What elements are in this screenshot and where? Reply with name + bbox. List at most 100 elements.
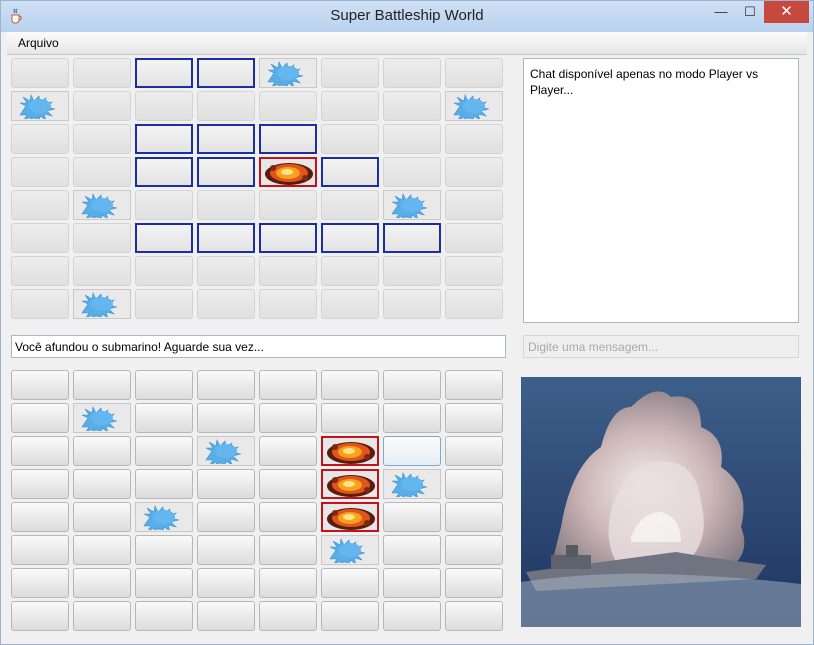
- enemy-board-cell-r6-c8[interactable]: [445, 223, 503, 253]
- player-board-cell-r5-c4[interactable]: [197, 502, 255, 532]
- player-board-cell-r3-c4[interactable]: [197, 436, 255, 466]
- player-board-cell-r5-c5[interactable]: [259, 502, 317, 532]
- enemy-board-cell-r1-c8[interactable]: [445, 58, 503, 88]
- enemy-board-cell-r8-c6[interactable]: [321, 289, 379, 319]
- enemy-board-cell-r4-c1[interactable]: [11, 157, 69, 187]
- enemy-board-cell-r5-c7[interactable]: [383, 190, 441, 220]
- player-board-cell-r1-c8[interactable]: [445, 370, 503, 400]
- player-board-cell-r5-c3[interactable]: [135, 502, 193, 532]
- player-board-cell-r1-c3[interactable]: [135, 370, 193, 400]
- player-board-cell-r6-c7[interactable]: [383, 535, 441, 565]
- enemy-board-cell-r1-c6[interactable]: [321, 58, 379, 88]
- status-message-field[interactable]: Você afundou o submarino! Aguarde sua ve…: [11, 335, 506, 358]
- player-board-cell-r2-c4[interactable]: [197, 403, 255, 433]
- player-board-cell-r7-c7[interactable]: [383, 568, 441, 598]
- close-button[interactable]: ✕: [764, 1, 809, 23]
- player-board-cell-r6-c4[interactable]: [197, 535, 255, 565]
- enemy-board-cell-r5-c1[interactable]: [11, 190, 69, 220]
- enemy-board-cell-r2-c3[interactable]: [135, 91, 193, 121]
- enemy-board-cell-r5-c4[interactable]: [197, 190, 255, 220]
- player-board-cell-r4-c6[interactable]: [321, 469, 379, 499]
- enemy-board-cell-r6-c4[interactable]: [197, 223, 255, 253]
- player-board-cell-r2-c1[interactable]: [11, 403, 69, 433]
- enemy-board-cell-r8-c2[interactable]: [73, 289, 131, 319]
- enemy-board-cell-r3-c3[interactable]: [135, 124, 193, 154]
- player-board-cell-r4-c5[interactable]: [259, 469, 317, 499]
- player-board-cell-r7-c2[interactable]: [73, 568, 131, 598]
- player-board-cell-r3-c5[interactable]: [259, 436, 317, 466]
- enemy-board-cell-r6-c5[interactable]: [259, 223, 317, 253]
- enemy-board-cell-r2-c8[interactable]: [445, 91, 503, 121]
- enemy-board-cell-r3-c6[interactable]: [321, 124, 379, 154]
- player-board-cell-r5-c6[interactable]: [321, 502, 379, 532]
- enemy-board-cell-r1-c1[interactable]: [11, 58, 69, 88]
- player-board-cell-r4-c2[interactable]: [73, 469, 131, 499]
- enemy-board-cell-r3-c7[interactable]: [383, 124, 441, 154]
- player-board-cell-r4-c4[interactable]: [197, 469, 255, 499]
- enemy-board-cell-r2-c6[interactable]: [321, 91, 379, 121]
- player-board-cell-r4-c1[interactable]: [11, 469, 69, 499]
- player-board-cell-r8-c5[interactable]: [259, 601, 317, 631]
- enemy-board-cell-r7-c6[interactable]: [321, 256, 379, 286]
- player-board-cell-r1-c1[interactable]: [11, 370, 69, 400]
- player-board-cell-r6-c6[interactable]: [321, 535, 379, 565]
- player-board-cell-r2-c5[interactable]: [259, 403, 317, 433]
- enemy-board-cell-r2-c2[interactable]: [73, 91, 131, 121]
- enemy-board-cell-r5-c3[interactable]: [135, 190, 193, 220]
- enemy-board-cell-r8-c1[interactable]: [11, 289, 69, 319]
- enemy-board-cell-r5-c5[interactable]: [259, 190, 317, 220]
- enemy-board-cell-r7-c5[interactable]: [259, 256, 317, 286]
- enemy-board-cell-r1-c7[interactable]: [383, 58, 441, 88]
- enemy-board-cell-r2-c5[interactable]: [259, 91, 317, 121]
- enemy-board-cell-r4-c8[interactable]: [445, 157, 503, 187]
- player-board-cell-r3-c3[interactable]: [135, 436, 193, 466]
- enemy-board-cell-r6-c6[interactable]: [321, 223, 379, 253]
- enemy-board-cell-r8-c3[interactable]: [135, 289, 193, 319]
- player-board-cell-r3-c2[interactable]: [73, 436, 131, 466]
- chat-input[interactable]: Digite uma mensagem...: [523, 335, 799, 358]
- enemy-board-cell-r4-c7[interactable]: [383, 157, 441, 187]
- enemy-board-cell-r4-c3[interactable]: [135, 157, 193, 187]
- player-board-cell-r3-c6[interactable]: [321, 436, 379, 466]
- enemy-board-cell-r6-c7[interactable]: [383, 223, 441, 253]
- player-board-cell-r7-c1[interactable]: [11, 568, 69, 598]
- player-board-cell-r7-c4[interactable]: [197, 568, 255, 598]
- player-board-cell-r8-c4[interactable]: [197, 601, 255, 631]
- enemy-board-cell-r5-c2[interactable]: [73, 190, 131, 220]
- minimize-button[interactable]: —: [706, 1, 736, 23]
- enemy-board-cell-r3-c4[interactable]: [197, 124, 255, 154]
- enemy-board-cell-r8-c4[interactable]: [197, 289, 255, 319]
- player-board-cell-r6-c2[interactable]: [73, 535, 131, 565]
- player-board-cell-r4-c7[interactable]: [383, 469, 441, 499]
- player-board-cell-r2-c7[interactable]: [383, 403, 441, 433]
- enemy-board-cell-r3-c8[interactable]: [445, 124, 503, 154]
- enemy-board-cell-r7-c7[interactable]: [383, 256, 441, 286]
- chat-log[interactable]: Chat disponível apenas no modo Player vs…: [523, 58, 799, 323]
- enemy-board-cell-r6-c2[interactable]: [73, 223, 131, 253]
- player-board-cell-r1-c5[interactable]: [259, 370, 317, 400]
- player-board-cell-r7-c5[interactable]: [259, 568, 317, 598]
- player-board-cell-r1-c7[interactable]: [383, 370, 441, 400]
- enemy-board-cell-r6-c1[interactable]: [11, 223, 69, 253]
- enemy-board-cell-r4-c5[interactable]: [259, 157, 317, 187]
- title-bar[interactable]: Super Battleship World — ☐ ✕: [1, 1, 813, 32]
- player-board-cell-r3-c7[interactable]: [383, 436, 441, 466]
- player-board-cell-r2-c2[interactable]: [73, 403, 131, 433]
- enemy-board-cell-r4-c6[interactable]: [321, 157, 379, 187]
- player-board-cell-r2-c8[interactable]: [445, 403, 503, 433]
- enemy-board-cell-r7-c3[interactable]: [135, 256, 193, 286]
- enemy-board-cell-r3-c5[interactable]: [259, 124, 317, 154]
- enemy-board-cell-r8-c5[interactable]: [259, 289, 317, 319]
- player-board-cell-r7-c8[interactable]: [445, 568, 503, 598]
- maximize-button[interactable]: ☐: [736, 1, 764, 23]
- enemy-board-cell-r5-c6[interactable]: [321, 190, 379, 220]
- enemy-board-cell-r7-c8[interactable]: [445, 256, 503, 286]
- enemy-board-cell-r3-c1[interactable]: [11, 124, 69, 154]
- enemy-board-cell-r7-c4[interactable]: [197, 256, 255, 286]
- menu-arquivo[interactable]: Arquivo: [18, 36, 59, 50]
- player-board-cell-r2-c3[interactable]: [135, 403, 193, 433]
- player-board-cell-r3-c1[interactable]: [11, 436, 69, 466]
- player-board-cell-r7-c6[interactable]: [321, 568, 379, 598]
- enemy-board-cell-r8-c7[interactable]: [383, 289, 441, 319]
- player-board-cell-r5-c8[interactable]: [445, 502, 503, 532]
